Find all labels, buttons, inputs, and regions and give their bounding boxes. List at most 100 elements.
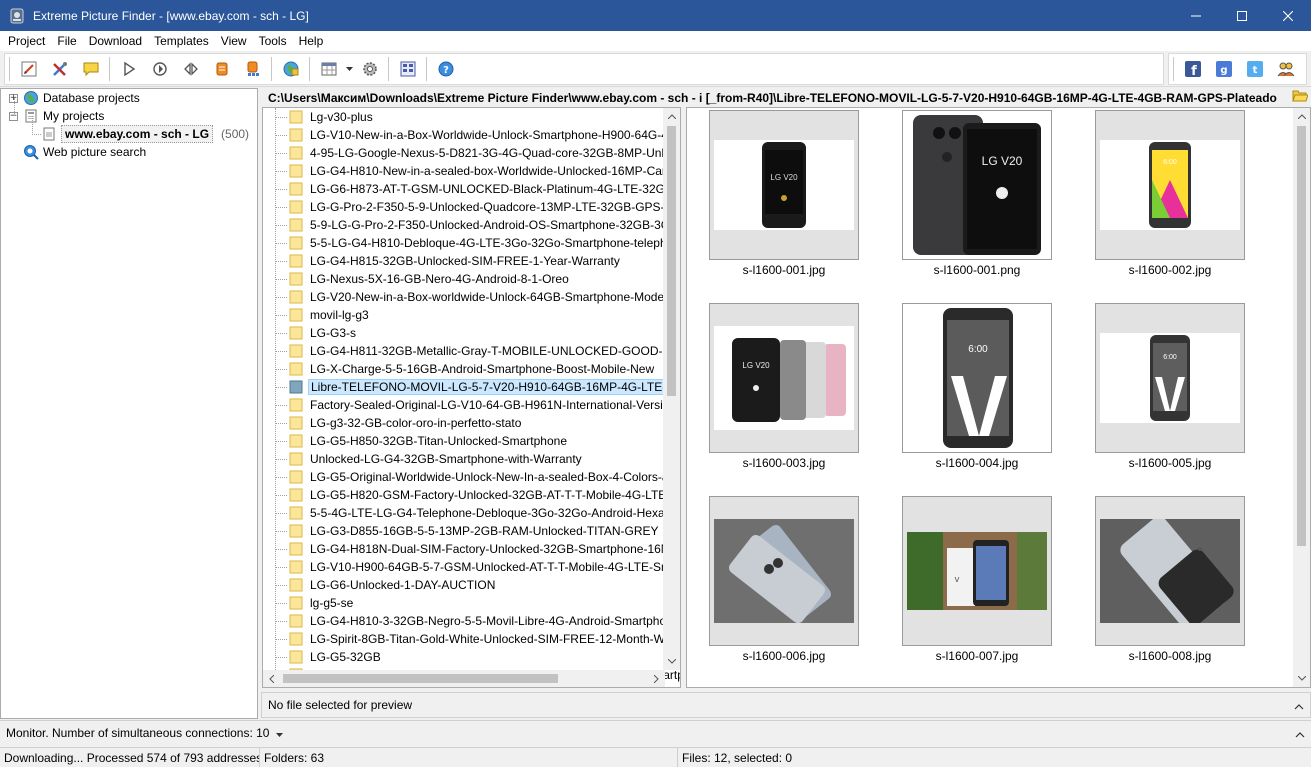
queue-icon[interactable] — [237, 54, 268, 84]
folder-item[interactable]: LG-Spirit-8GB-Titan-Gold-White-Unlocked-… — [263, 630, 680, 648]
folder-vertical-scrollbar[interactable] — [663, 108, 680, 670]
folder-item[interactable]: 5-5-LG-G4-H810-Debloque-4G-LTE-3Go-32Go-… — [263, 234, 680, 252]
thumbnail-item[interactable]: LG V20 s-l1600-001.jpg — [709, 110, 859, 277]
twitter-icon[interactable]: t — [1239, 54, 1270, 84]
scroll-right-icon[interactable] — [648, 670, 665, 687]
tree-line — [275, 332, 287, 334]
scroll-thumb[interactable] — [667, 126, 676, 396]
scroll-thumb[interactable] — [283, 674, 558, 683]
status-bar: Downloading... Processed 574 of 793 addr… — [0, 747, 1311, 767]
menu-templates[interactable]: Templates — [148, 31, 215, 51]
folder-item[interactable]: LG-G5-H850-32GB-Titan-Unlocked-Smartphon… — [263, 432, 569, 450]
chevron-down-icon[interactable] — [344, 54, 354, 84]
minimize-button[interactable] — [1173, 0, 1219, 31]
folder-item[interactable]: 5-9-LG-G-Pro-2-F350-Unlocked-Android-OS-… — [263, 216, 680, 234]
thumbnail-item[interactable]: LG V20 s-l1600-001.png — [902, 110, 1052, 277]
tree-item-current-project[interactable]: www.ebay.com - sch - LG (500) — [41, 125, 249, 143]
menu-project[interactable]: Project — [2, 31, 51, 51]
menu-file[interactable]: File — [51, 31, 82, 51]
folder-item[interactable]: 4-95-LG-Google-Nexus-5-D821-3G-4G-Quad-c… — [263, 144, 680, 162]
folder-item[interactable]: LG-G5-H820-GSM-Factory-Unlocked-32GB-AT-… — [263, 486, 680, 504]
folder-item[interactable]: movil-lg-g3 — [263, 306, 371, 324]
close-button[interactable] — [1265, 0, 1311, 31]
maximize-button[interactable] — [1219, 0, 1265, 31]
folder-item[interactable]: LG-G3-D855-16GB-5-5-13MP-2GB-RAM-Unlocke… — [263, 522, 661, 540]
folder-item[interactable]: LG-V20-New-in-a-Box-worldwide-Unlock-64G… — [263, 288, 680, 306]
folder-item[interactable]: LG-G5-32GB — [263, 648, 383, 666]
folder-item[interactable]: LG-G5-Original-Worldwide-Unlock-New-In-a… — [263, 468, 680, 486]
folder-item[interactable]: LG-G4-H815-32GB-Unlocked-SIM-FREE-1-Year… — [263, 252, 622, 270]
step-icon[interactable] — [175, 54, 206, 84]
monitor-panel[interactable]: Monitor. Number of simultaneous connecti… — [0, 720, 1311, 745]
scroll-thumb[interactable] — [1297, 126, 1306, 546]
play-icon[interactable] — [113, 54, 144, 84]
globe-icon[interactable] — [275, 54, 306, 84]
phone-image: LG V20 — [714, 140, 854, 230]
edit-icon[interactable] — [13, 54, 44, 84]
help-icon[interactable]: ? — [430, 54, 461, 84]
folder-item[interactable]: 5-5-4G-LTE-LG-G4-Telephone-Debloque-3Go-… — [263, 504, 680, 522]
tree-line — [275, 206, 287, 208]
thumbnail-frame — [1095, 496, 1245, 646]
menu-view[interactable]: View — [215, 31, 253, 51]
chevron-down-icon[interactable] — [276, 726, 284, 740]
thumbnail-vertical-scrollbar[interactable] — [1293, 108, 1310, 687]
comment-icon[interactable] — [75, 54, 106, 84]
menu-help[interactable]: Help — [293, 31, 330, 51]
scroll-left-icon[interactable] — [263, 670, 280, 687]
thumbnail-item[interactable]: s-l1600-006.jpg — [709, 496, 859, 663]
folder-item[interactable]: LG-G6-Unlocked-1-DAY-AUCTION — [263, 576, 497, 594]
thumbnail-item[interactable]: s-l1600-008.jpg — [1095, 496, 1245, 663]
app-icon[interactable] — [9, 8, 25, 24]
folder-item[interactable]: Factory-Sealed-Original-LG-V10-64-GB-H96… — [263, 396, 680, 414]
scroll-down-icon[interactable] — [1293, 670, 1310, 687]
scroll-up-icon[interactable] — [663, 108, 680, 125]
folder-item[interactable]: Unlocked-LG-G4-32GB-Smartphone-with-Warr… — [263, 450, 584, 468]
facebook-icon[interactable]: f — [1177, 54, 1208, 84]
tree-line — [275, 584, 287, 586]
folder-item[interactable]: LG-Nexus-5X-16-GB-Nero-4G-Android-8-1-Or… — [263, 270, 571, 288]
folder-item[interactable]: LG-g3-32-GB-color-oro-in-perfetto-stato — [263, 414, 523, 432]
folder-item[interactable]: Libre-TELEFONO-MOVIL-LG-5-7-V20-H910-64G… — [263, 378, 680, 396]
folder-item[interactable]: LG-G-Pro-2-F350-5-9-Unlocked-Quadcore-13… — [263, 198, 680, 216]
folder-item[interactable]: LG-G6-H873-AT-T-GSM-UNLOCKED-Black-Plati… — [263, 180, 680, 198]
folder-item[interactable]: Lg-v30-plus — [263, 108, 375, 126]
thumbnail-frame: 6:00 — [902, 303, 1052, 453]
thumbnail-item[interactable]: 6:00 s-l1600-005.jpg — [1095, 303, 1245, 470]
settings-icon[interactable] — [354, 54, 385, 84]
refresh-icon[interactable] — [144, 54, 175, 84]
folder-item[interactable]: LG-X-Charge-5-5-16GB-Android-Smartphone-… — [263, 360, 656, 378]
google-plus-icon[interactable]: g — [1208, 54, 1239, 84]
thumbnail-item[interactable]: LG V20 s-l1600-003.jpg — [709, 303, 859, 470]
scroll-down-icon[interactable] — [663, 653, 680, 670]
folder-item[interactable]: LG-V10-H900-64GB-5-7-GSM-Unlocked-AT-T-T… — [263, 558, 680, 576]
stop-icon[interactable] — [206, 54, 237, 84]
tree-item-database-projects[interactable]: + Database projects — [9, 89, 140, 107]
gallery-icon[interactable] — [392, 54, 423, 84]
tree-item-web-search[interactable]: Web picture search — [23, 143, 146, 161]
thumbnail-frame: LG V20 — [709, 110, 859, 260]
grid-view-icon[interactable] — [313, 54, 344, 84]
folder-item[interactable]: LG-V10-New-in-a-Box-Worldwide-Unlock-Sma… — [263, 126, 680, 144]
scroll-up-icon[interactable] — [1293, 108, 1310, 125]
menu-download[interactable]: Download — [83, 31, 148, 51]
chevron-up-icon[interactable] — [1295, 727, 1305, 741]
chevron-up-icon[interactable] — [1294, 699, 1304, 713]
folder-item[interactable]: LG-G3-s — [263, 324, 358, 342]
folder-horizontal-scrollbar[interactable] — [263, 670, 665, 687]
community-icon[interactable] — [1270, 54, 1301, 84]
folder-item[interactable]: LG-G4-H818N-Dual-SIM-Factory-Unlocked-32… — [263, 540, 680, 558]
thumbnail-caption: s-l1600-002.jpg — [1128, 263, 1212, 277]
folder-item[interactable]: lg-g5-se — [263, 594, 355, 612]
thumbnail-item[interactable]: V s-l1600-007.jpg — [902, 496, 1052, 663]
preview-panel[interactable]: No file selected for preview — [261, 692, 1311, 718]
folder-item[interactable]: LG-G4-H810-New-in-a-sealed-box-Worldwide… — [263, 162, 680, 180]
open-folder-icon[interactable] — [1292, 89, 1309, 106]
menu-tools[interactable]: Tools — [253, 31, 293, 51]
thumbnail-item[interactable]: 6:00 s-l1600-002.jpg — [1095, 110, 1245, 277]
thumbnail-item[interactable]: 6:00 s-l1600-004.jpg — [902, 303, 1052, 470]
tools-icon[interactable] — [44, 54, 75, 84]
tree-item-my-projects[interactable]: − My projects — [9, 107, 104, 125]
folder-item[interactable]: LG-G4-H811-32GB-Metallic-Gray-T-MOBILE-U… — [263, 342, 680, 360]
folder-item[interactable]: LG-G4-H810-3-32GB-Negro-5-5-Movil-Libre-… — [263, 612, 680, 630]
